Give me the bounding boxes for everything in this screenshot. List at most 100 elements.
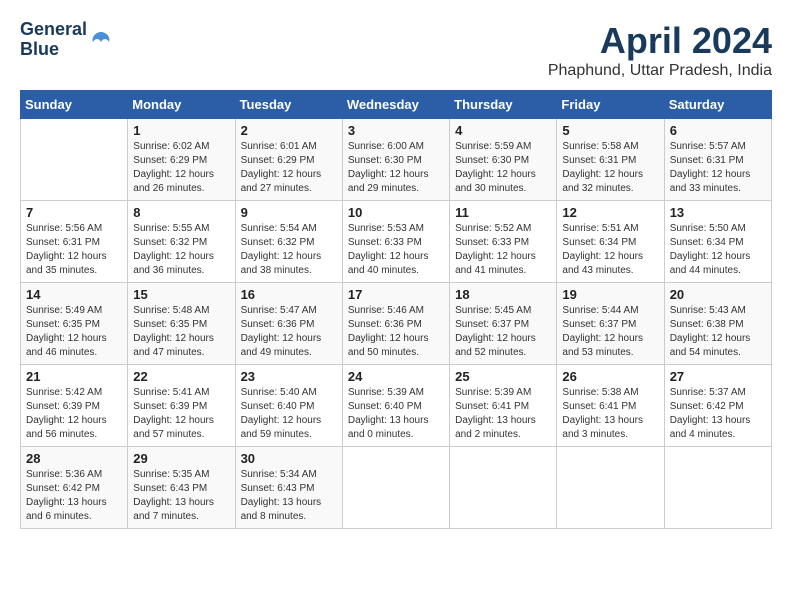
day-info: Sunrise: 5:48 AM Sunset: 6:35 PM Dayligh…: [133, 304, 229, 360]
day-info: Sunrise: 5:47 AM Sunset: 6:36 PM Dayligh…: [241, 304, 337, 360]
day-number: 16: [241, 287, 337, 302]
day-info: Sunrise: 5:51 AM Sunset: 6:34 PM Dayligh…: [562, 222, 658, 278]
month-title: April 2024: [548, 20, 772, 62]
calendar-table: SundayMondayTuesdayWednesdayThursdayFrid…: [20, 90, 772, 529]
calendar-cell: 7 Sunrise: 5:56 AM Sunset: 6:31 PM Daylig…: [21, 201, 128, 283]
day-number: 12: [562, 205, 658, 220]
calendar-cell: 28Sunrise: 5:36 AM Sunset: 6:42 PM Dayli…: [21, 447, 128, 529]
day-number: 26: [562, 369, 658, 384]
day-number: 5: [562, 123, 658, 138]
calendar-cell: 17 Sunrise: 5:46 AM Sunset: 6:36 PM Dayli…: [342, 283, 449, 365]
day-info: Sunrise: 6:00 AM Sunset: 6:30 PM Dayligh…: [348, 140, 444, 196]
day-info: Sunrise: 5:34 AM Sunset: 6:43 PM Dayligh…: [241, 468, 337, 524]
weekday-header-thursday: Thursday: [450, 91, 557, 119]
calendar-cell: 8 Sunrise: 5:55 AM Sunset: 6:32 PM Daylig…: [128, 201, 235, 283]
calendar-cell: 5 Sunrise: 5:58 AM Sunset: 6:31 PM Daylig…: [557, 119, 664, 201]
weekday-header-friday: Friday: [557, 91, 664, 119]
calendar-cell: 16 Sunrise: 5:47 AM Sunset: 6:36 PM Dayli…: [235, 283, 342, 365]
calendar-cell: 4 Sunrise: 5:59 AM Sunset: 6:30 PM Daylig…: [450, 119, 557, 201]
calendar-cell: [664, 447, 771, 529]
weekday-header-saturday: Saturday: [664, 91, 771, 119]
day-number: 11: [455, 205, 551, 220]
day-info: Sunrise: 5:59 AM Sunset: 6:30 PM Dayligh…: [455, 140, 551, 196]
day-info: Sunrise: 5:57 AM Sunset: 6:31 PM Dayligh…: [670, 140, 766, 196]
day-number: 23: [241, 369, 337, 384]
day-number: 7: [26, 205, 122, 220]
calendar-cell: 2Sunrise: 6:01 AM Sunset: 6:29 PM Daylig…: [235, 119, 342, 201]
calendar-cell: [557, 447, 664, 529]
day-info: Sunrise: 5:44 AM Sunset: 6:37 PM Dayligh…: [562, 304, 658, 360]
day-info: Sunrise: 5:42 AM Sunset: 6:39 PM Dayligh…: [26, 386, 122, 442]
location-title: Phaphund, Uttar Pradesh, India: [548, 62, 772, 80]
calendar-cell: 29 Sunrise: 5:35 AM Sunset: 6:43 PM Dayli…: [128, 447, 235, 529]
calendar-cell: 27Sunrise: 5:37 AM Sunset: 6:42 PM Dayli…: [664, 365, 771, 447]
day-number: 10: [348, 205, 444, 220]
calendar-cell: [21, 119, 128, 201]
day-number: 4: [455, 123, 551, 138]
calendar-cell: 19 Sunrise: 5:44 AM Sunset: 6:37 PM Dayli…: [557, 283, 664, 365]
day-number: 25: [455, 369, 551, 384]
calendar-cell: 6 Sunrise: 5:57 AM Sunset: 6:31 PM Daylig…: [664, 119, 771, 201]
day-number: 18: [455, 287, 551, 302]
day-number: 13: [670, 205, 766, 220]
day-number: 24: [348, 369, 444, 384]
day-info: Sunrise: 5:54 AM Sunset: 6:32 PM Dayligh…: [241, 222, 337, 278]
day-info: Sunrise: 5:38 AM Sunset: 6:41 PM Dayligh…: [562, 386, 658, 442]
day-info: Sunrise: 5:39 AM Sunset: 6:41 PM Dayligh…: [455, 386, 551, 442]
day-info: Sunrise: 5:45 AM Sunset: 6:37 PM Dayligh…: [455, 304, 551, 360]
day-info: Sunrise: 5:58 AM Sunset: 6:31 PM Dayligh…: [562, 140, 658, 196]
logo-container: GeneralBlue: [20, 20, 113, 60]
calendar-cell: 10 Sunrise: 5:53 AM Sunset: 6:33 PM Dayli…: [342, 201, 449, 283]
day-info: Sunrise: 5:53 AM Sunset: 6:33 PM Dayligh…: [348, 222, 444, 278]
calendar-cell: 3 Sunrise: 6:00 AM Sunset: 6:30 PM Daylig…: [342, 119, 449, 201]
day-info: Sunrise: 5:37 AM Sunset: 6:42 PM Dayligh…: [670, 386, 766, 442]
calendar-cell: 1Sunrise: 6:02 AM Sunset: 6:29 PM Daylig…: [128, 119, 235, 201]
day-number: 15: [133, 287, 229, 302]
day-info: Sunrise: 5:56 AM Sunset: 6:31 PM Dayligh…: [26, 222, 122, 278]
calendar-cell: 14Sunrise: 5:49 AM Sunset: 6:35 PM Dayli…: [21, 283, 128, 365]
calendar-cell: 30 Sunrise: 5:34 AM Sunset: 6:43 PM Dayli…: [235, 447, 342, 529]
day-number: 29: [133, 451, 229, 466]
calendar-cell: 21 Sunrise: 5:42 AM Sunset: 6:39 PM Dayli…: [21, 365, 128, 447]
day-number: 8: [133, 205, 229, 220]
calendar-cell: 24 Sunrise: 5:39 AM Sunset: 6:40 PM Dayli…: [342, 365, 449, 447]
day-info: Sunrise: 5:35 AM Sunset: 6:43 PM Dayligh…: [133, 468, 229, 524]
day-number: 20: [670, 287, 766, 302]
calendar-cell: 18 Sunrise: 5:45 AM Sunset: 6:37 PM Dayli…: [450, 283, 557, 365]
day-number: 9: [241, 205, 337, 220]
day-number: 14: [26, 287, 122, 302]
page-header: GeneralBlue April 2024 Phaphund, Uttar P…: [20, 20, 772, 80]
day-number: 21: [26, 369, 122, 384]
day-number: 2: [241, 123, 337, 138]
calendar-cell: 22 Sunrise: 5:41 AM Sunset: 6:39 PM Dayli…: [128, 365, 235, 447]
day-number: 28: [26, 451, 122, 466]
day-number: 30: [241, 451, 337, 466]
day-info: Sunrise: 5:40 AM Sunset: 6:40 PM Dayligh…: [241, 386, 337, 442]
day-number: 6: [670, 123, 766, 138]
weekday-header-tuesday: Tuesday: [235, 91, 342, 119]
day-info: Sunrise: 5:46 AM Sunset: 6:36 PM Dayligh…: [348, 304, 444, 360]
day-info: Sunrise: 5:52 AM Sunset: 6:33 PM Dayligh…: [455, 222, 551, 278]
day-info: Sunrise: 5:39 AM Sunset: 6:40 PM Dayligh…: [348, 386, 444, 442]
day-info: Sunrise: 5:41 AM Sunset: 6:39 PM Dayligh…: [133, 386, 229, 442]
calendar-cell: 23 Sunrise: 5:40 AM Sunset: 6:40 PM Dayli…: [235, 365, 342, 447]
day-info: Sunrise: 5:50 AM Sunset: 6:34 PM Dayligh…: [670, 222, 766, 278]
day-number: 22: [133, 369, 229, 384]
calendar-cell: 20 Sunrise: 5:43 AM Sunset: 6:38 PM Dayli…: [664, 283, 771, 365]
calendar-cell: [342, 447, 449, 529]
day-info: Sunrise: 5:43 AM Sunset: 6:38 PM Dayligh…: [670, 304, 766, 360]
calendar-cell: 12 Sunrise: 5:51 AM Sunset: 6:34 PM Dayli…: [557, 201, 664, 283]
weekday-header-sunday: Sunday: [21, 91, 128, 119]
calendar-cell: 25 Sunrise: 5:39 AM Sunset: 6:41 PM Dayli…: [450, 365, 557, 447]
weekday-header-wednesday: Wednesday: [342, 91, 449, 119]
calendar-cell: [450, 447, 557, 529]
day-number: 17: [348, 287, 444, 302]
logo: GeneralBlue: [20, 20, 113, 60]
day-info: Sunrise: 5:55 AM Sunset: 6:32 PM Dayligh…: [133, 222, 229, 278]
title-block: April 2024 Phaphund, Uttar Pradesh, Indi…: [548, 20, 772, 80]
day-number: 3: [348, 123, 444, 138]
calendar-cell: 26 Sunrise: 5:38 AM Sunset: 6:41 PM Dayli…: [557, 365, 664, 447]
weekday-header-monday: Monday: [128, 91, 235, 119]
day-info: Sunrise: 6:02 AM Sunset: 6:29 PM Dayligh…: [133, 140, 229, 196]
day-number: 19: [562, 287, 658, 302]
